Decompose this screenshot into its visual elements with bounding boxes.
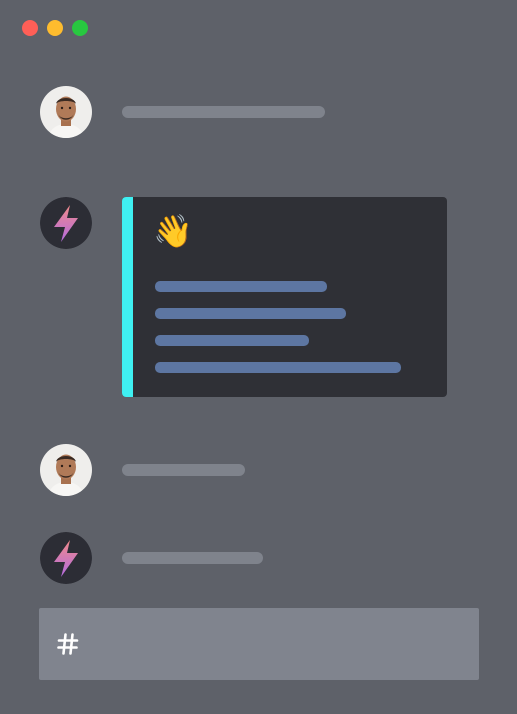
bot-avatar[interactable] — [40, 197, 92, 249]
person-avatar-icon — [40, 444, 92, 496]
embed-accent-bar — [122, 197, 133, 397]
embed-text-line — [155, 308, 346, 319]
user-avatar[interactable] — [40, 86, 92, 138]
message-placeholder — [122, 464, 245, 476]
waving-hand-emoji: 👋 — [153, 212, 193, 250]
message-placeholder — [122, 106, 325, 118]
embed-text-line — [155, 281, 327, 292]
message-embed-card: 👋 — [122, 197, 447, 397]
person-avatar-icon — [40, 86, 92, 138]
bolt-avatar-icon — [40, 197, 92, 249]
maximize-window-button[interactable] — [72, 20, 88, 36]
hash-icon — [57, 633, 79, 655]
embed-text-line — [155, 362, 401, 373]
message-placeholder — [122, 552, 263, 564]
close-window-button[interactable] — [22, 20, 38, 36]
bot-avatar[interactable] — [40, 532, 92, 584]
minimize-window-button[interactable] — [47, 20, 63, 36]
bolt-avatar-icon — [40, 532, 92, 584]
embed-text-line — [155, 335, 309, 346]
message-composer[interactable] — [39, 608, 479, 680]
user-avatar[interactable] — [40, 444, 92, 496]
